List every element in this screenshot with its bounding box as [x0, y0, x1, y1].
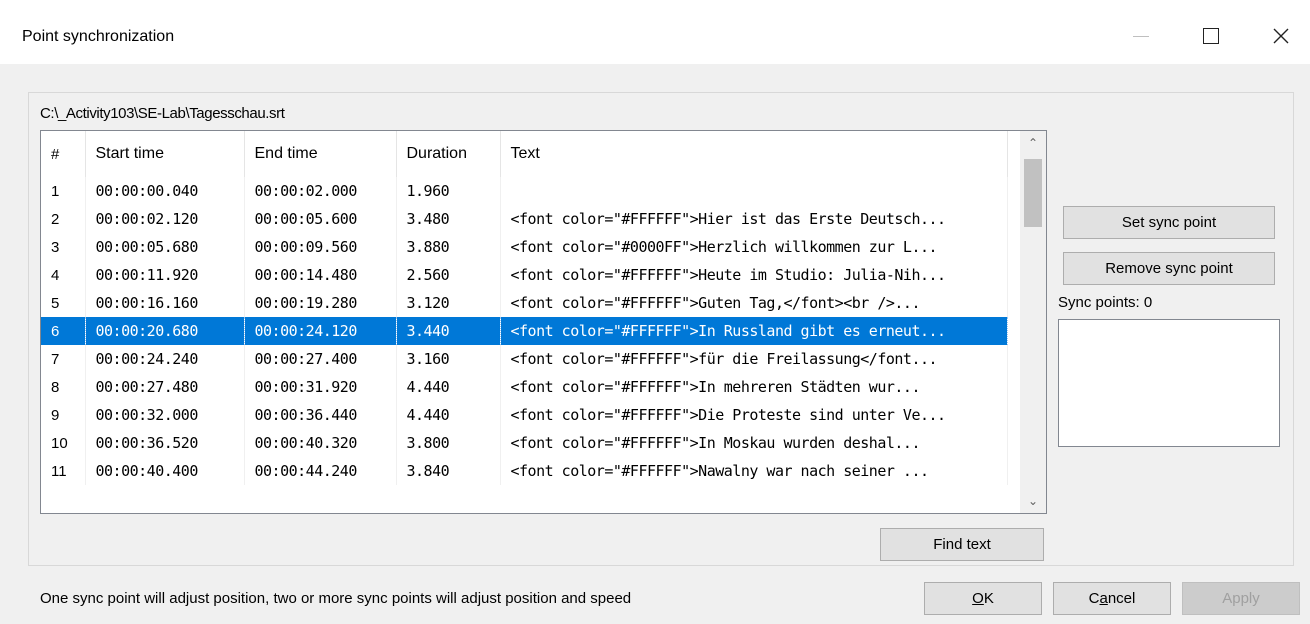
cell-start-time: 00:00:36.520 — [85, 429, 245, 457]
cell-duration: 3.440 — [396, 317, 501, 345]
apply-button[interactable]: Apply — [1182, 582, 1300, 615]
table-row[interactable]: 1 00:00:00.040 00:00:02.000 1.960 — [41, 177, 1008, 205]
cell-duration: 3.120 — [396, 289, 501, 317]
vertical-scrollbar[interactable]: ⌃ ⌄ — [1020, 131, 1046, 513]
scroll-thumb[interactable] — [1024, 159, 1042, 227]
subtitle-list[interactable]: # Start time End time Duration Text 1 00:… — [40, 130, 1047, 514]
cell-start-time: 00:00:00.040 — [85, 177, 245, 205]
minimize-icon — [1133, 35, 1149, 37]
cell-end-time: 00:00:19.280 — [244, 289, 397, 317]
scroll-down-button[interactable]: ⌄ — [1020, 489, 1046, 513]
cell-start-time: 00:00:24.240 — [85, 345, 245, 373]
chevron-down-icon: ⌄ — [1027, 494, 1039, 508]
cell-start-time: 00:00:20.680 — [85, 317, 245, 345]
cell-duration: 4.440 — [396, 373, 501, 401]
column-header-end-time[interactable]: End time — [244, 131, 397, 177]
cell-end-time: 00:00:09.560 — [244, 233, 397, 261]
column-header-start-time[interactable]: Start time — [85, 131, 245, 177]
cell-duration: 1.960 — [396, 177, 501, 205]
cell-duration: 3.800 — [396, 429, 501, 457]
cell-start-time: 00:00:40.400 — [85, 457, 245, 485]
cell-end-time: 00:00:31.920 — [244, 373, 397, 401]
cell-num: 7 — [41, 345, 86, 373]
table-row[interactable]: 2 00:00:02.120 00:00:05.600 3.480 <font colo… — [41, 205, 1008, 233]
table-header: # Start time End time Duration Text — [41, 131, 1008, 177]
cell-text: <font color="#FFFFFF">Nawalny war nach s… — [500, 457, 1008, 485]
title-bar: Point synchronization — [0, 0, 1310, 64]
cell-text: <font color="#FFFFFF">In Moskau wurden d… — [500, 429, 1008, 457]
cell-num: 5 — [41, 289, 86, 317]
table-row[interactable]: 11 00:00:40.400 00:00:44.240 3.840 <font col… — [41, 457, 1008, 485]
cell-text: <font color="#FFFFFF">Hier ist das Erste… — [500, 205, 1008, 233]
maximize-icon — [1203, 28, 1219, 44]
sync-points-label: Sync points: 0 — [1058, 294, 1153, 311]
minimize-button[interactable] — [1118, 16, 1164, 56]
cell-start-time: 00:00:16.160 — [85, 289, 245, 317]
cell-text: <font color="#FFFFFF">In Russland gibt e… — [500, 317, 1008, 345]
cancel-button[interactable]: Ca ncel — [1053, 582, 1171, 615]
cell-text: <font color="#FFFFFF">für die Freilassun… — [500, 345, 1008, 373]
table-row[interactable]: 4 00:00:11.920 00:00:14.480 2.560 <font colo… — [41, 261, 1008, 289]
cell-num: 10 — [41, 429, 86, 457]
cell-start-time: 00:00:05.680 — [85, 233, 245, 261]
window-title: Point synchronization — [22, 28, 175, 45]
maximize-button[interactable] — [1188, 16, 1234, 56]
cell-num: 6 — [41, 317, 86, 345]
column-header-text[interactable]: Text — [500, 131, 1008, 177]
cell-duration: 2.560 — [396, 261, 501, 289]
cell-text: <font color="#FFFFFF">In mehreren Städte… — [500, 373, 1008, 401]
table-row[interactable]: 3 00:00:05.680 00:00:09.560 3.880 <font colo… — [41, 233, 1008, 261]
cell-num: 1 — [41, 177, 86, 205]
cell-end-time: 00:00:27.400 — [244, 345, 397, 373]
cell-num: 8 — [41, 373, 86, 401]
close-icon — [1273, 28, 1289, 44]
cell-num: 4 — [41, 261, 86, 289]
table-row[interactable]: 5 00:00:16.160 00:00:19.280 3.120 <font colo… — [41, 289, 1008, 317]
remove-sync-point-button[interactable]: Remove sync point — [1063, 252, 1275, 285]
column-header-num[interactable]: # — [41, 131, 86, 177]
set-sync-point-button[interactable]: Set sync point — [1063, 206, 1275, 239]
find-text-button[interactable]: Find text — [880, 528, 1044, 561]
cell-duration: 3.480 — [396, 205, 501, 233]
cell-end-time: 00:00:02.000 — [244, 177, 397, 205]
table-row[interactable]: 9 00:00:32.000 00:00:36.440 4.440 <font colo… — [41, 401, 1008, 429]
cell-duration: 4.440 — [396, 401, 501, 429]
cell-end-time: 00:00:14.480 — [244, 261, 397, 289]
cell-start-time: 00:00:02.120 — [85, 205, 245, 233]
table-row[interactable]: 7 00:00:24.240 00:00:27.400 3.160 <font colo… — [41, 345, 1008, 373]
table-row[interactable]: 10 00:00:36.520 00:00:40.320 3.800 <font col… — [41, 429, 1008, 457]
table-row[interactable]: 6 00:00:20.680 00:00:24.120 3.440 <font colo… — [41, 317, 1008, 345]
ok-button[interactable]: OK — [924, 582, 1042, 615]
cell-text: <font color="#FFFFFF">Heute im Studio: J… — [500, 261, 1008, 289]
cell-text: <font color="#0000FF">Herzlich willkomme… — [500, 233, 1008, 261]
point-sync-dialog: Point synchronization C:\_Activity103\SE… — [0, 0, 1310, 624]
cell-text: <font color="#FFFFFF">Guten Tag,</font><… — [500, 289, 1008, 317]
subtitle-table: # Start time End time Duration Text 1 00:… — [41, 131, 1008, 485]
cell-end-time: 00:00:36.440 — [244, 401, 397, 429]
cell-text — [500, 177, 1008, 205]
cell-end-time: 00:00:05.600 — [244, 205, 397, 233]
file-path: C:\_Activity103\SE-Lab\Tagesschau.srt — [40, 105, 285, 122]
cell-duration: 3.840 — [396, 457, 501, 485]
cell-start-time: 00:00:27.480 — [85, 373, 245, 401]
chevron-up-icon: ⌃ — [1027, 136, 1039, 150]
cell-num: 2 — [41, 205, 86, 233]
column-header-duration[interactable]: Duration — [396, 131, 501, 177]
cell-end-time: 00:00:24.120 — [244, 317, 397, 345]
cell-duration: 3.160 — [396, 345, 501, 373]
scroll-up-button[interactable]: ⌃ — [1020, 131, 1046, 155]
cell-text: <font color="#FFFFFF">Die Proteste sind … — [500, 401, 1008, 429]
close-button[interactable] — [1258, 16, 1304, 56]
cell-num: 3 — [41, 233, 86, 261]
cell-start-time: 00:00:11.920 — [85, 261, 245, 289]
cell-start-time: 00:00:32.000 — [85, 401, 245, 429]
cell-end-time: 00:00:44.240 — [244, 457, 397, 485]
sync-points-list[interactable] — [1058, 319, 1280, 447]
cell-num: 11 — [41, 457, 86, 485]
table-row[interactable]: 8 00:00:27.480 00:00:31.920 4.440 <font colo… — [41, 373, 1008, 401]
hint-text: One sync point will adjust position, two… — [40, 590, 632, 607]
cell-num: 9 — [41, 401, 86, 429]
cell-end-time: 00:00:40.320 — [244, 429, 397, 457]
cell-duration: 3.880 — [396, 233, 501, 261]
